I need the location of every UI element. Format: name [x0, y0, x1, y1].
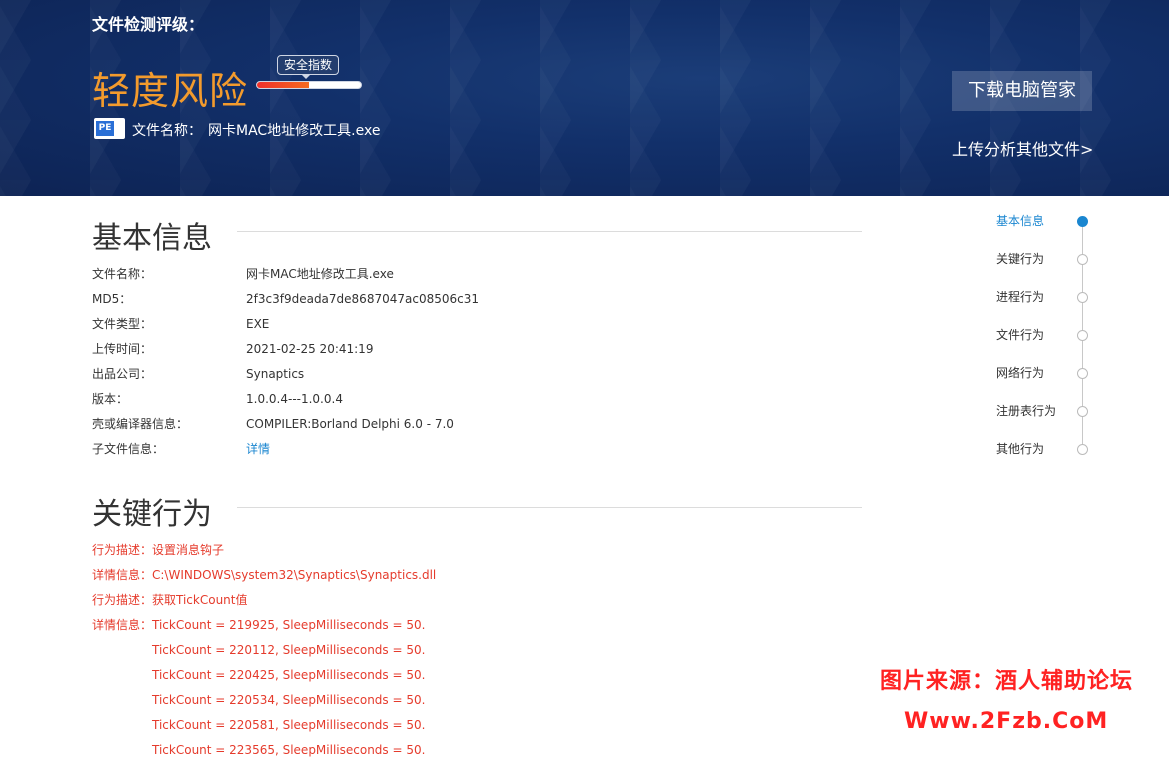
behavior-label: 详情信息： [92, 568, 153, 582]
nav-dot-icon [1077, 368, 1088, 379]
behavior-value: TickCount = 223565, SleepMilliseconds = … [152, 743, 426, 757]
nav-item[interactable]: 文件行为 [996, 325, 1096, 345]
behavior-value: TickCount = 220112, SleepMilliseconds = … [152, 643, 426, 657]
info-key: 文件类型： [92, 317, 153, 331]
nav-dot-icon [1077, 254, 1088, 265]
behavior-label: 行为描述： [92, 593, 153, 607]
behavior-label: 详情信息： [92, 618, 153, 632]
nav-item[interactable]: 注册表行为 [996, 401, 1096, 421]
key-behavior-title: 关键行为 [92, 497, 212, 532]
info-key: 上传时间： [92, 342, 153, 356]
behavior-value: C:\WINDOWS\system32\Synaptics\Synaptics.… [152, 568, 437, 582]
nav-item-label: 其他行为 [996, 442, 1045, 456]
info-value: 2021-02-25 20:41:19 [246, 342, 374, 356]
nav-item[interactable]: 其他行为 [996, 439, 1096, 459]
nav-item-label: 进程行为 [996, 290, 1045, 304]
pe-file-icon-text: PE [96, 121, 114, 136]
info-value: 2f3c3f9deada7de8687047ac08506c31 [246, 292, 479, 306]
nav-item-label: 注册表行为 [996, 404, 1057, 418]
grade-label: 文件检测评级： [92, 15, 205, 34]
behavior-row: TickCount = 220425, SleepMilliseconds = … [92, 666, 425, 684]
behavior-value: TickCount = 220534, SleepMilliseconds = … [152, 693, 426, 707]
nav-item-label: 基本信息 [996, 214, 1045, 228]
info-key: 文件名称： [92, 267, 153, 281]
info-value: EXE [246, 317, 270, 331]
info-value: 网卡MAC地址修改工具.exe [246, 267, 394, 281]
info-key: 子文件信息： [92, 442, 165, 456]
info-key: 出品公司： [92, 367, 153, 381]
behavior-row: TickCount = 223565, SleepMilliseconds = … [92, 741, 425, 759]
behavior-value: 设置消息钩子 [152, 543, 225, 557]
nav-item[interactable]: 关键行为 [996, 249, 1096, 269]
behavior-row: TickCount = 220581, SleepMilliseconds = … [92, 716, 425, 734]
file-name-value: 网卡MAC地址修改工具.exe [208, 123, 381, 139]
nav-item-label: 文件行为 [996, 328, 1045, 342]
nav-dot-icon [1077, 216, 1088, 227]
header-banner: 文件检测评级： 轻度风险 安全指数 PE 文件名称： 网卡MAC地址修改工具.ex… [0, 0, 1169, 196]
basic-info-divider [237, 231, 862, 232]
nav-dot-icon [1077, 406, 1088, 417]
file-name-label: 文件名称： [132, 123, 202, 139]
safety-index-fill [257, 82, 309, 88]
nav-item[interactable]: 网络行为 [996, 363, 1096, 383]
file-name-line: 文件名称： 网卡MAC地址修改工具.exe [132, 120, 380, 140]
behavior-row: 行为描述：设置消息钩子 [92, 541, 224, 559]
behavior-value: TickCount = 220581, SleepMilliseconds = … [152, 718, 426, 732]
nav-dot-icon [1077, 330, 1088, 341]
behavior-row: TickCount = 220534, SleepMilliseconds = … [92, 691, 425, 709]
safety-index-bar [256, 81, 362, 89]
pe-file-icon: PE [94, 118, 125, 139]
info-value: Synaptics [246, 367, 305, 381]
risk-level: 轻度风险 [92, 69, 249, 113]
download-pc-manager-button[interactable]: 下载电脑管家 [952, 71, 1092, 111]
nav-dot-icon [1077, 444, 1088, 455]
nav-item[interactable]: 进程行为 [996, 287, 1096, 307]
behavior-value: TickCount = 219925, SleepMilliseconds = … [152, 618, 426, 632]
nav-dot-icon [1077, 292, 1088, 303]
behavior-value: TickCount = 220425, SleepMilliseconds = … [152, 668, 426, 682]
nav-item-label: 网络行为 [996, 366, 1045, 380]
nav-item-label: 关键行为 [996, 252, 1045, 266]
info-key: 壳或编译器信息： [92, 417, 189, 431]
upload-other-file-link[interactable]: 上传分析其他文件> [952, 136, 1093, 160]
key-behavior-divider [237, 507, 862, 508]
behavior-label: 行为描述： [92, 543, 153, 557]
info-key: MD5： [92, 292, 132, 306]
safety-index-badge: 安全指数 [277, 55, 340, 79]
info-value: COMPILER:Borland Delphi 6.0 - 7.0 [246, 417, 454, 431]
behavior-row: TickCount = 220112, SleepMilliseconds = … [92, 641, 425, 659]
behavior-row: 行为描述：获取TickCount值 [92, 591, 247, 609]
behavior-value: 获取TickCount值 [152, 593, 248, 607]
watermark-source: 图片来源：酒人辅助论坛 [880, 669, 1134, 694]
behavior-row: 详情信息：TickCount = 219925, SleepMillisecon… [92, 616, 425, 634]
info-value: 1.0.0.4---1.0.0.4 [246, 392, 343, 406]
sub-file-details-link[interactable]: 详情 [246, 440, 270, 458]
info-key: 版本： [92, 392, 129, 406]
nav-item[interactable]: 基本信息 [996, 211, 1096, 231]
basic-info-title: 基本信息 [92, 221, 212, 256]
behavior-row: 详情信息：C:\WINDOWS\system32\Synaptics\Synap… [92, 566, 436, 584]
watermark-url: Www.2Fzb.CoM [904, 709, 1109, 734]
